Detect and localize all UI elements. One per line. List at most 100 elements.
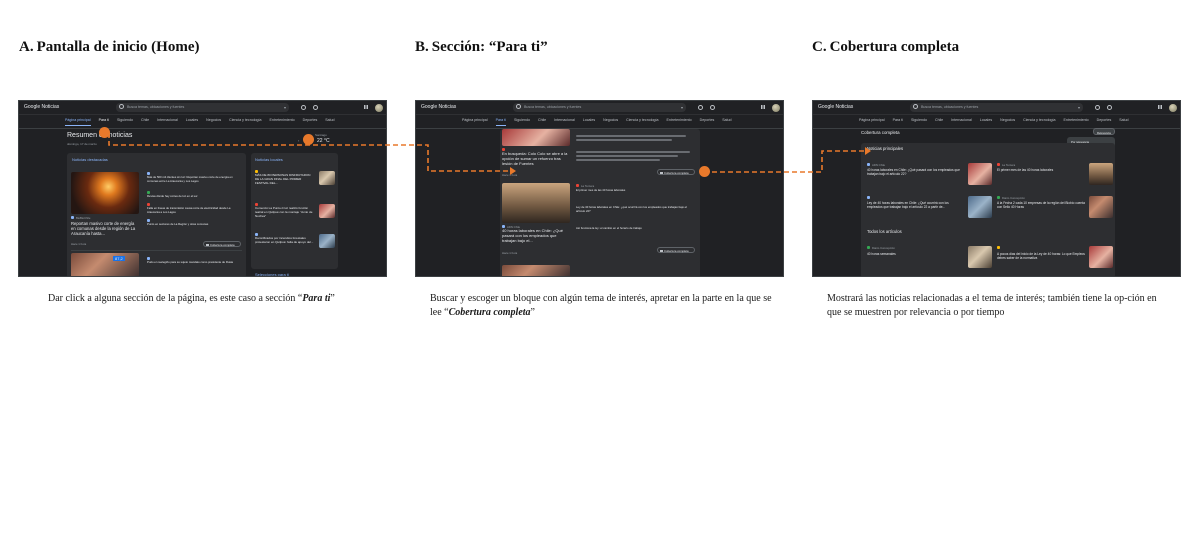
tab-para-ti[interactable]: Para ti: [893, 118, 903, 126]
tab-internacional[interactable]: Internacional: [951, 118, 972, 126]
tab-siguiendo[interactable]: Siguiendo: [514, 118, 530, 126]
search-bar[interactable]: Busca temas, ubicaciones y fuentes ▾: [116, 103, 289, 112]
tab-locales[interactable]: Locales: [980, 118, 992, 126]
news-image[interactable]: [968, 246, 992, 268]
related-item[interactable]: Ley de 40 horas laborales en Chile: ¿qué…: [576, 205, 692, 213]
avatar[interactable]: [772, 103, 780, 112]
local-item[interactable]: Comenzó La Punto-Cruz realizó función te…: [255, 206, 315, 218]
news-image[interactable]: [968, 196, 992, 218]
coverage-item[interactable]: A la Fecha 2 cada 10 empresas de la regi…: [997, 201, 1085, 209]
chevron-left-icon[interactable]: ‹: [298, 138, 299, 143]
tab-negocios[interactable]: Negocios: [206, 118, 221, 126]
news-image[interactable]: [319, 234, 335, 248]
tab-deportes[interactable]: Deportes: [700, 118, 715, 126]
tab-negocios[interactable]: Negocios: [1000, 118, 1015, 126]
chevron-down-icon: ▾: [1077, 105, 1080, 110]
news-image[interactable]: [502, 265, 570, 276]
full-coverage-button[interactable]: Cobertura completa: [203, 241, 241, 247]
news-image[interactable]: [71, 253, 139, 276]
tab-chile[interactable]: Chile: [141, 118, 149, 126]
panel-a-letter: A.: [19, 39, 34, 55]
tab-negocios[interactable]: Negocios: [603, 118, 618, 126]
tab-salud[interactable]: Salud: [722, 118, 731, 126]
news-image[interactable]: [968, 163, 992, 185]
news-image[interactable]: [502, 129, 570, 146]
related-item[interactable]: Revisa dónde hay cortes de luz en el sur: [147, 194, 241, 199]
search-bar[interactable]: Busca temas, ubicaciones y fuentes ▾: [513, 103, 686, 112]
coverage-item[interactable]: El primer mes de las 40 horas laborales: [997, 168, 1085, 172]
tab-ciencia[interactable]: Ciencia y tecnología: [1023, 118, 1055, 126]
news-image[interactable]: [319, 171, 335, 185]
highlights-heading[interactable]: Noticias destacadas: [72, 157, 108, 162]
tab-locales[interactable]: Locales: [583, 118, 595, 126]
app-logo[interactable]: Google Noticias: [818, 104, 853, 110]
tab-siguiendo[interactable]: Siguiendo: [911, 118, 927, 126]
related-item[interactable]: El primer mes de las 40 horas laborales: [576, 188, 692, 193]
tab-chile[interactable]: Chile: [935, 118, 943, 126]
panel-b-letter: B.: [415, 39, 429, 55]
news-image[interactable]: [1089, 196, 1113, 218]
news-image[interactable]: [319, 204, 335, 218]
help-icon[interactable]: [301, 104, 306, 110]
help-icon[interactable]: [698, 104, 703, 110]
coverage-item[interactable]: Ley de 40 horas laborales en Chile: ¿Qué…: [867, 201, 965, 209]
app-logo[interactable]: Google Noticias: [421, 104, 456, 110]
related-item[interactable]: Pudo en reelegirlo para su sujeto mandat…: [147, 260, 241, 265]
tab-locales[interactable]: Locales: [186, 118, 198, 126]
news-image[interactable]: [71, 172, 139, 214]
tab-internacional[interactable]: Internacional: [554, 118, 575, 126]
tab-siguiendo[interactable]: Siguiendo: [117, 118, 133, 126]
tab-entretenimiento[interactable]: Entretenimiento: [270, 118, 295, 126]
tab-ciencia[interactable]: Ciencia y tecnología: [626, 118, 658, 126]
related-item[interactable]: Más de 500 mil clientes sin luz: Reporta…: [147, 175, 241, 183]
story-headline[interactable]: En busqueda: Colo Colo se abre a la opci…: [502, 151, 570, 166]
tab-ciencia[interactable]: Ciencia y tecnología: [229, 118, 261, 126]
news-image[interactable]: [502, 183, 570, 223]
tab-internacional[interactable]: Internacional: [157, 118, 178, 126]
search-bar[interactable]: Busca temas, ubicaciones y fuentes ▾: [910, 103, 1083, 112]
tab-deportes[interactable]: Deportes: [303, 118, 318, 126]
tab-entretenimiento[interactable]: Entretenimiento: [667, 118, 692, 126]
sections-heading[interactable]: Selecciones para ti: [255, 272, 289, 276]
gear-icon[interactable]: [313, 104, 318, 110]
tab-chile[interactable]: Chile: [538, 118, 546, 126]
tab-deportes[interactable]: Deportes: [1097, 118, 1112, 126]
help-icon[interactable]: [1095, 104, 1100, 110]
tab-para-ti[interactable]: Para ti: [495, 118, 506, 126]
main-headline[interactable]: Reportan masivo corte de energía en comu…: [71, 221, 139, 236]
tab-home[interactable]: Página principal: [65, 118, 91, 126]
tab-para-ti[interactable]: Para ti: [99, 118, 109, 126]
local-item[interactable]: MÁS DE 80 PERSONAS DISFRUTARON DE LA GRA…: [255, 173, 315, 185]
click-marker-coverage: [699, 166, 710, 177]
avatar[interactable]: [375, 103, 383, 112]
full-coverage-button[interactable]: Cobertura completa: [657, 247, 695, 253]
panel-b-caption: Buscar y escoger un bloque con algún tem…: [430, 292, 775, 320]
gear-icon[interactable]: [1107, 104, 1112, 110]
gear-icon[interactable]: [710, 104, 715, 110]
avatar[interactable]: [1169, 103, 1177, 112]
tab-home[interactable]: Página principal: [859, 118, 885, 126]
tab-entretenimiento[interactable]: Entretenimiento: [1064, 118, 1089, 126]
app-logo[interactable]: Google Noticias: [24, 104, 59, 110]
apps-grid-icon[interactable]: [761, 105, 765, 109]
story-headline[interactable]: 40 horas laborales en Chile: ¿Qué pasará…: [502, 228, 570, 243]
apps-grid-icon[interactable]: [364, 105, 368, 109]
story-snippet: [576, 151, 690, 153]
app-topbar: Google Noticias Busca temas, ubicaciones…: [813, 101, 1180, 115]
sort-dropdown[interactable]: Relevancia: [1093, 128, 1115, 135]
tab-salud[interactable]: Salud: [325, 118, 334, 126]
related-item[interactable]: Así funciona la ley: el cambio en el hor…: [576, 226, 692, 231]
local-heading[interactable]: Noticias locales: [255, 157, 283, 162]
coverage-item[interactable]: 40 horas laborales en Chile: ¿Qué pasará…: [867, 168, 965, 176]
news-image[interactable]: [1089, 163, 1113, 185]
local-item[interactable]: Damnificados por incendios forestales pr…: [255, 236, 315, 245]
coverage-item[interactable]: A pocos días del inicio de la Ley de 40 …: [997, 252, 1085, 260]
full-coverage-button[interactable]: Cobertura completa: [657, 169, 695, 175]
related-item[interactable]: Punto en sectores de La Región y otras c…: [147, 222, 241, 227]
news-image[interactable]: [1089, 246, 1113, 268]
tab-salud[interactable]: Salud: [1119, 118, 1128, 126]
apps-grid-icon[interactable]: [1158, 105, 1162, 109]
related-item[interactable]: Falla en líneas de transmisión causa cor…: [147, 206, 241, 214]
tab-home[interactable]: Página principal: [462, 118, 488, 126]
coverage-item[interactable]: 40 horas semanales: [867, 252, 965, 256]
